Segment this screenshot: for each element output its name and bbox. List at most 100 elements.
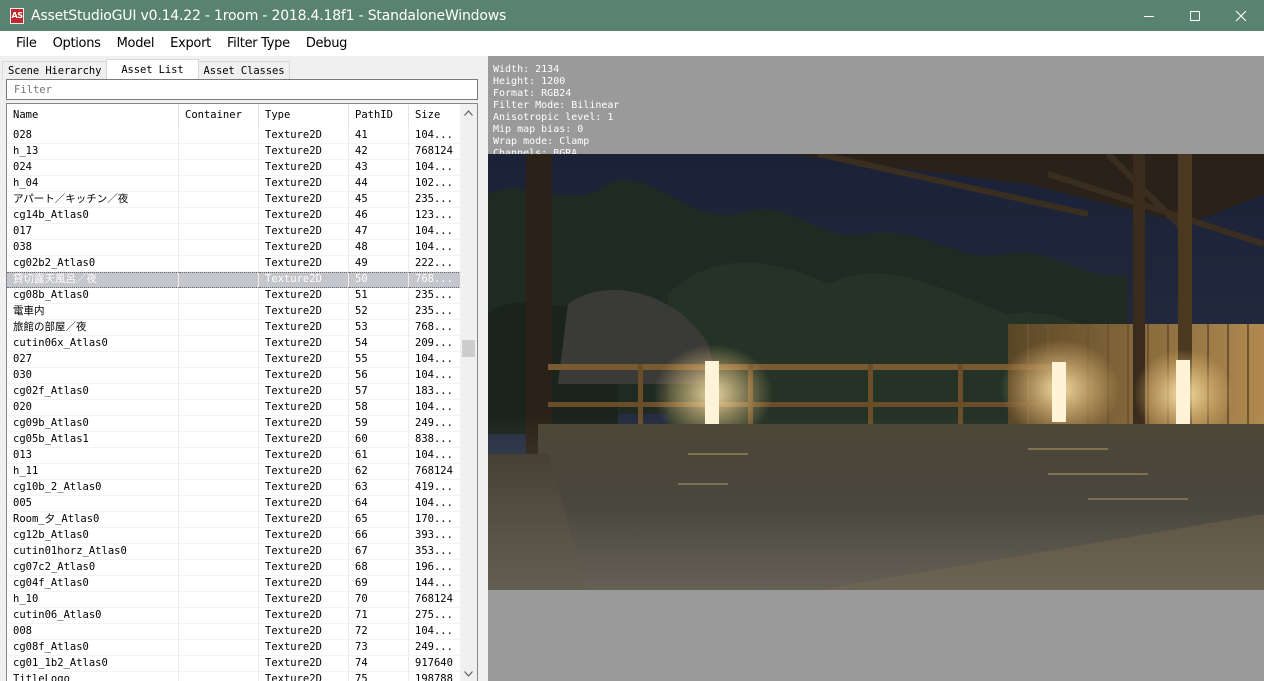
asset-list[interactable]: Name Container Type PathID Size 028 Textu… xyxy=(6,103,478,681)
cell-pathid: 42 xyxy=(349,144,409,160)
table-row[interactable]: Room_夕_Atlas0 Texture2D 65 170... xyxy=(7,512,461,528)
cell-container xyxy=(179,624,259,640)
table-row[interactable]: 貸切露天風呂／夜 Texture2D 50 768... xyxy=(7,272,461,288)
menu-debug[interactable]: Debug xyxy=(298,31,355,56)
table-row[interactable]: h_04 Texture2D 44 102... xyxy=(7,176,461,192)
cell-container xyxy=(179,272,259,288)
table-row[interactable]: cg05b_Atlas1 Texture2D 60 838... xyxy=(7,432,461,448)
menu-filter-type[interactable]: Filter Type xyxy=(219,31,298,56)
table-row[interactable]: 024 Texture2D 43 104... xyxy=(7,160,461,176)
cell-pathid: 62 xyxy=(349,464,409,480)
table-row[interactable]: cutin06_Atlas0 Texture2D 71 275... xyxy=(7,608,461,624)
table-row[interactable]: 028 Texture2D 41 104... xyxy=(7,128,461,144)
scroll-up-button[interactable] xyxy=(460,104,477,121)
table-row[interactable]: cg08b_Atlas0 Texture2D 51 235... xyxy=(7,288,461,304)
cell-size: 104... xyxy=(409,624,461,640)
table-row[interactable]: h_11 Texture2D 62 768124 xyxy=(7,464,461,480)
table-row[interactable]: 008 Texture2D 72 104... xyxy=(7,624,461,640)
tab-asset-list[interactable]: Asset List xyxy=(106,59,199,81)
cell-pathid: 74 xyxy=(349,656,409,672)
cell-type: Texture2D xyxy=(259,592,349,608)
column-header-pathid[interactable]: PathID xyxy=(349,104,409,128)
tab-asset-classes[interactable]: Asset Classes xyxy=(197,61,291,80)
cell-name: h_04 xyxy=(7,176,179,192)
menu-options[interactable]: Options xyxy=(45,31,109,56)
cell-size: 768124 xyxy=(409,592,461,608)
menu-model[interactable]: Model xyxy=(109,31,163,56)
menu-file[interactable]: File xyxy=(8,31,45,56)
table-row[interactable]: cg04f_Atlas0 Texture2D 69 144... xyxy=(7,576,461,592)
table-row[interactable]: 017 Texture2D 47 104... xyxy=(7,224,461,240)
cell-size: 275... xyxy=(409,608,461,624)
column-header-name[interactable]: Name xyxy=(7,104,179,128)
cell-size: 104... xyxy=(409,496,461,512)
column-header-size[interactable]: Size xyxy=(409,104,461,128)
filter-input[interactable] xyxy=(7,80,477,100)
title-bar[interactable]: AS AssetStudioGUI v0.14.22 - 1room - 201… xyxy=(0,0,1264,31)
cell-container xyxy=(179,640,259,656)
column-header-container[interactable]: Container xyxy=(179,104,259,128)
table-row[interactable]: TitleLogo Texture2D 75 198788 xyxy=(7,672,461,681)
scroll-thumb[interactable] xyxy=(462,340,475,357)
cell-name: 013 xyxy=(7,448,179,464)
table-row[interactable]: 013 Texture2D 61 104... xyxy=(7,448,461,464)
cell-pathid: 48 xyxy=(349,240,409,256)
cell-name: 024 xyxy=(7,160,179,176)
minimize-button[interactable] xyxy=(1126,0,1172,31)
table-row[interactable]: cutin06x_Atlas0 Texture2D 54 209... xyxy=(7,336,461,352)
table-row[interactable]: h_10 Texture2D 70 768124 xyxy=(7,592,461,608)
close-button[interactable] xyxy=(1218,0,1264,31)
cell-name: 貸切露天風呂／夜 xyxy=(7,272,179,288)
table-row[interactable]: cg12b_Atlas0 Texture2D 66 393... xyxy=(7,528,461,544)
table-row[interactable]: 027 Texture2D 55 104... xyxy=(7,352,461,368)
filter-field[interactable] xyxy=(6,79,478,100)
menu-export[interactable]: Export xyxy=(162,31,219,56)
cell-pathid: 50 xyxy=(349,272,409,288)
cell-container xyxy=(179,160,259,176)
cell-pathid: 75 xyxy=(349,672,409,681)
tab-scene-hierarchy[interactable]: Scene Hierarchy xyxy=(2,61,108,80)
cell-container xyxy=(179,304,259,320)
table-row[interactable]: h_13 Texture2D 42 768124 xyxy=(7,144,461,160)
preview-panel: Width: 2134 Height: 1200 Format: RGB24 Filt… xyxy=(488,56,1264,681)
table-row[interactable]: cutin01horz_Atlas0 Texture2D 67 353... xyxy=(7,544,461,560)
cell-size: 104... xyxy=(409,224,461,240)
cell-name: 電車内 xyxy=(7,304,179,320)
table-row[interactable]: 旅館の部屋／夜 Texture2D 53 768... xyxy=(7,320,461,336)
maximize-button[interactable] xyxy=(1172,0,1218,31)
table-row[interactable]: cg09b_Atlas0 Texture2D 59 249... xyxy=(7,416,461,432)
table-row[interactable]: 005 Texture2D 64 104... xyxy=(7,496,461,512)
table-row[interactable]: 038 Texture2D 48 104... xyxy=(7,240,461,256)
table-row[interactable]: cg10b_2_Atlas0 Texture2D 63 419... xyxy=(7,480,461,496)
table-row[interactable]: cg14b_Atlas0 Texture2D 46 123... xyxy=(7,208,461,224)
table-row[interactable]: 030 Texture2D 56 104... xyxy=(7,368,461,384)
table-row[interactable]: cg01_1b2_Atlas0 Texture2D 74 917640 xyxy=(7,656,461,672)
column-header-type[interactable]: Type xyxy=(259,104,349,128)
table-row[interactable]: 電車内 Texture2D 52 235... xyxy=(7,304,461,320)
table-row[interactable]: cg02f_Atlas0 Texture2D 57 183... xyxy=(7,384,461,400)
cell-name: アパート／キッチン／夜 xyxy=(7,192,179,208)
table-row[interactable]: 020 Texture2D 58 104... xyxy=(7,400,461,416)
cell-pathid: 49 xyxy=(349,256,409,272)
cell-pathid: 46 xyxy=(349,208,409,224)
cell-type: Texture2D xyxy=(259,288,349,304)
scroll-down-button[interactable] xyxy=(460,665,477,681)
cell-type: Texture2D xyxy=(259,464,349,480)
cell-pathid: 68 xyxy=(349,560,409,576)
cell-size: 768... xyxy=(409,272,461,288)
cell-name: 038 xyxy=(7,240,179,256)
cell-pathid: 65 xyxy=(349,512,409,528)
cell-pathid: 59 xyxy=(349,416,409,432)
table-row[interactable]: アパート／キッチン／夜 Texture2D 45 235... xyxy=(7,192,461,208)
cell-container xyxy=(179,432,259,448)
cell-size: 198788 xyxy=(409,672,461,681)
table-row[interactable]: cg07c2_Atlas0 Texture2D 68 196... xyxy=(7,560,461,576)
table-row[interactable]: cg08f_Atlas0 Texture2D 73 249... xyxy=(7,640,461,656)
cell-container xyxy=(179,464,259,480)
table-row[interactable]: cg02b2_Atlas0 Texture2D 49 222... xyxy=(7,256,461,272)
cell-container xyxy=(179,208,259,224)
cell-type: Texture2D xyxy=(259,544,349,560)
vertical-scrollbar[interactable] xyxy=(460,104,477,681)
cell-pathid: 54 xyxy=(349,336,409,352)
maximize-icon xyxy=(1190,10,1200,21)
